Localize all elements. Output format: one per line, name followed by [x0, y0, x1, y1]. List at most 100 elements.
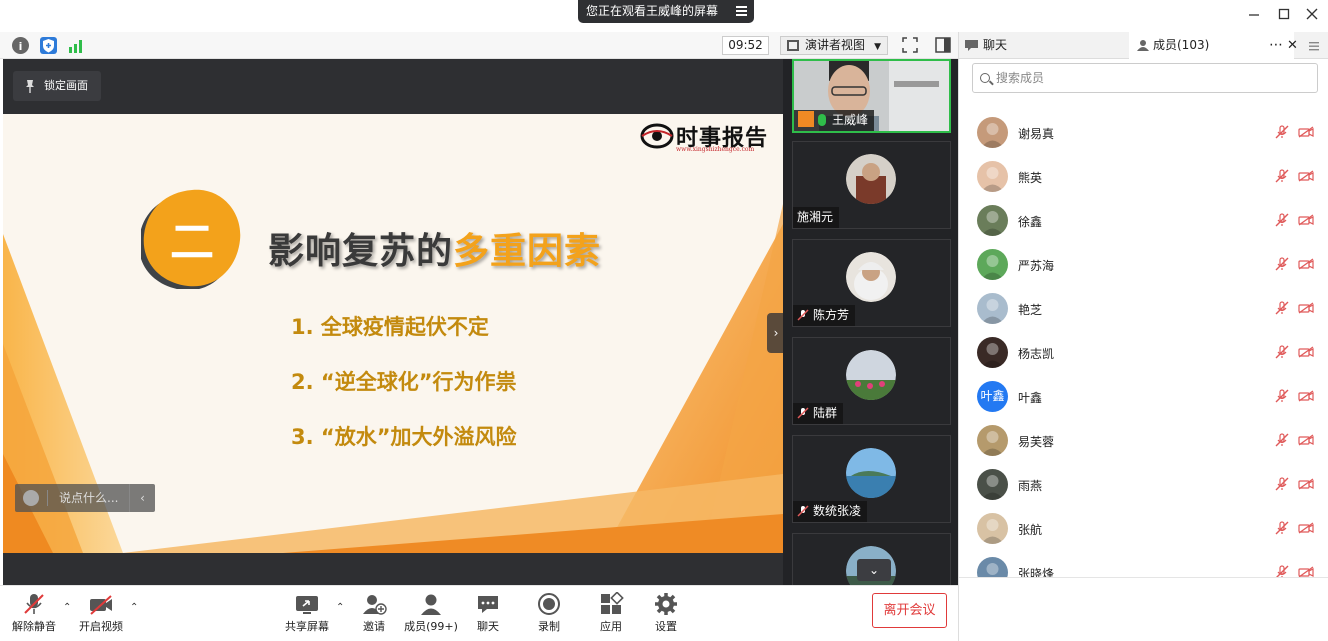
chat-icon	[965, 40, 978, 51]
members-button[interactable]: 成员(99+)	[400, 592, 462, 638]
chevron-up-icon[interactable]: ⌃	[336, 602, 344, 613]
layout-icon	[787, 40, 799, 51]
mic-muted-icon[interactable]	[1275, 169, 1289, 183]
mic-muted-icon[interactable]	[1275, 389, 1289, 403]
emoji-icon[interactable]	[23, 490, 39, 506]
member-name: 严苏海	[1018, 259, 1055, 273]
share-screen-button[interactable]: 共享屏幕	[279, 592, 335, 638]
chevron-up-icon[interactable]: ⌃	[130, 602, 138, 613]
camera-off-icon[interactable]	[1298, 302, 1314, 314]
avatar: 叶鑫	[977, 381, 1008, 412]
panel-footer	[959, 577, 1328, 641]
camera-off-icon[interactable]	[1298, 214, 1314, 226]
camera-off-icon[interactable]	[1298, 126, 1314, 138]
participant-name: 施湘元	[793, 207, 840, 228]
mic-active-icon	[818, 114, 826, 126]
more-icon[interactable]: ⋯	[1269, 32, 1283, 59]
member-row[interactable]: 熊英	[959, 155, 1319, 199]
camera-off-icon[interactable]	[1298, 390, 1314, 402]
mic-muted-icon[interactable]	[1275, 477, 1289, 491]
record-button[interactable]: 录制	[521, 592, 577, 638]
info-icon[interactable]: i	[12, 37, 29, 54]
maximize-button[interactable]	[1274, 5, 1294, 25]
signal-icon[interactable]	[68, 37, 85, 54]
leave-meeting-button[interactable]: 离开会议	[872, 593, 947, 628]
video-tile[interactable]: 陈方芳	[792, 239, 951, 327]
minimize-button[interactable]	[1244, 5, 1264, 25]
mic-muted-icon[interactable]	[1275, 125, 1289, 139]
toggle-panel-button[interactable]	[935, 37, 951, 53]
video-tile[interactable]: 数统张凌	[792, 435, 951, 523]
mic-muted-icon[interactable]	[1275, 345, 1289, 359]
video-gallery[interactable]: 王威峰 施湘元 陈方芳 陆群 数统张凌 ⌄	[783, 59, 958, 585]
mic-muted-icon[interactable]	[1275, 521, 1289, 535]
start-video-button[interactable]: 开启视频	[73, 592, 129, 638]
mic-muted-icon	[797, 407, 809, 419]
tab-members-label: 成员(103)	[1153, 38, 1210, 52]
member-row[interactable]: 谢易真	[959, 111, 1319, 155]
avatar	[977, 161, 1008, 192]
lock-view-label: 锁定画面	[44, 79, 88, 92]
camera-off-icon	[90, 595, 112, 615]
panel-menu-button[interactable]	[1309, 40, 1319, 51]
participant-name-text: 数统张凌	[813, 504, 862, 518]
settings-button[interactable]: 设置	[638, 592, 694, 638]
mic-muted-icon[interactable]	[1275, 433, 1289, 447]
member-row[interactable]: 徐鑫	[959, 199, 1319, 243]
unmute-label: 解除静音	[12, 620, 56, 633]
member-row[interactable]: 严苏海	[959, 243, 1319, 287]
member-row[interactable]: 易芙蓉	[959, 419, 1319, 463]
fullscreen-icon	[902, 37, 918, 53]
video-tile[interactable]: 陆群	[792, 337, 951, 425]
mic-muted-icon[interactable]	[1275, 213, 1289, 227]
shield-icon[interactable]	[40, 37, 57, 54]
member-row[interactable]: 杨志凯	[959, 331, 1319, 375]
fullscreen-button[interactable]	[902, 37, 918, 53]
menu-icon	[1309, 42, 1319, 51]
invite-button[interactable]: 邀请	[346, 592, 402, 638]
chat-button[interactable]: 聊天	[460, 592, 516, 638]
camera-off-icon[interactable]	[1298, 522, 1314, 534]
member-row[interactable]: 叶鑫 叶鑫	[959, 375, 1319, 419]
mic-muted-icon[interactable]	[1275, 301, 1289, 315]
camera-off-icon[interactable]	[1298, 478, 1314, 490]
settings-label: 设置	[655, 620, 677, 633]
search-icon	[980, 73, 990, 83]
camera-off-icon[interactable]	[1298, 434, 1314, 446]
section-number: 二	[170, 217, 214, 268]
scroll-down-button[interactable]: ⌄	[857, 559, 891, 581]
chevron-left-icon[interactable]: ‹	[129, 484, 155, 512]
unmute-button[interactable]: 解除静音	[6, 592, 62, 638]
close-button[interactable]	[1302, 5, 1322, 25]
chevron-up-icon[interactable]: ⌃	[63, 602, 71, 613]
member-row[interactable]: 张航	[959, 507, 1319, 551]
member-name: 熊英	[1018, 171, 1043, 185]
heading-prefix: 影响复苏的	[268, 231, 454, 272]
mic-muted-icon[interactable]	[1275, 257, 1289, 271]
minimize-icon	[1249, 14, 1259, 16]
member-search-input[interactable]: 搜索成员	[972, 63, 1318, 93]
view-mode-select[interactable]: 演讲者视图 ▼	[780, 36, 888, 55]
member-row[interactable]: 艳芝	[959, 287, 1319, 331]
svg-text:i: i	[19, 40, 23, 53]
camera-off-icon[interactable]	[1298, 346, 1314, 358]
camera-off-icon[interactable]	[1298, 170, 1314, 182]
sidebar-icon	[935, 37, 951, 53]
participant-avatar	[846, 252, 896, 302]
menu-icon[interactable]	[736, 6, 747, 17]
view-mode-label: 演讲者视图	[805, 38, 866, 52]
video-tile-active[interactable]: 王威峰	[792, 59, 951, 133]
chat-input-bar[interactable]: 说点什么... ‹	[15, 484, 155, 512]
lock-view-button[interactable]: 锁定画面	[13, 71, 101, 101]
participant-name-text: 陈方芳	[813, 308, 850, 322]
tab-chat[interactable]: 聊天	[959, 32, 1129, 59]
member-row[interactable]: 雨燕	[959, 463, 1319, 507]
camera-off-icon[interactable]	[1298, 258, 1314, 270]
video-tile[interactable]: 施湘元	[792, 141, 951, 229]
avatar	[977, 249, 1008, 280]
share-banner[interactable]: 您正在观看王威峰的屏幕	[578, 0, 754, 23]
apps-button[interactable]: 应用	[583, 591, 639, 638]
tab-members[interactable]: 成员(103) ⋯ ✕	[1129, 32, 1298, 59]
close-icon[interactable]: ✕	[1287, 32, 1298, 59]
meeting-toolbar: i 09:52 演讲者视图 ▼	[0, 32, 958, 59]
